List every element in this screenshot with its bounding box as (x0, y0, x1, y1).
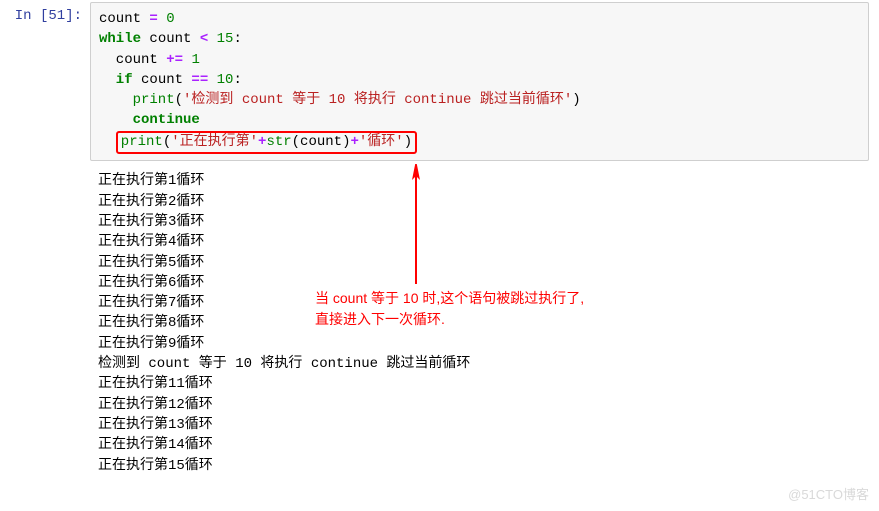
output-line: 正在执行第4循环 (98, 232, 871, 252)
output-line: 正在执行第3循环 (98, 212, 871, 232)
output-line: 正在执行第5循环 (98, 253, 871, 273)
output-line: 正在执行第14循环 (98, 435, 871, 455)
output-line: 正在执行第15循环 (98, 456, 871, 476)
code-line: while count < 15: (99, 29, 860, 49)
annotation-text: 当 count 等于 10 时,这个语句被跳过执行了, 直接进入下一次循环. (315, 288, 584, 330)
code-input[interactable]: count = 0 while count < 15: count += 1 i… (90, 2, 869, 161)
highlight-box: print('正在执行第'+str(count)+'循环') (116, 131, 417, 155)
input-prompt: In [51]: (0, 2, 90, 24)
code-line: if count == 10: (99, 70, 860, 90)
output-line: 正在执行第1循环 (98, 171, 871, 191)
code-line: count = 0 (99, 9, 860, 29)
code-line: print('正在执行第'+str(count)+'循环') (99, 131, 860, 155)
output-line: 正在执行第13循环 (98, 415, 871, 435)
watermark: @51CTO博客 (788, 484, 869, 503)
output-line: 正在执行第11循环 (98, 374, 871, 394)
code-line: print('检测到 count 等于 10 将执行 continue 跳过当前… (99, 90, 860, 110)
output-line: 正在执行第12循环 (98, 395, 871, 415)
code-line: count += 1 (99, 50, 860, 70)
output-line: 检测到 count 等于 10 将执行 continue 跳过当前循环 (98, 354, 871, 374)
output-line: 正在执行第2循环 (98, 192, 871, 212)
code-cell: In [51]: count = 0 while count < 15: cou… (0, 0, 879, 161)
code-line: continue (99, 110, 860, 130)
output-line: 正在执行第9循环 (98, 334, 871, 354)
